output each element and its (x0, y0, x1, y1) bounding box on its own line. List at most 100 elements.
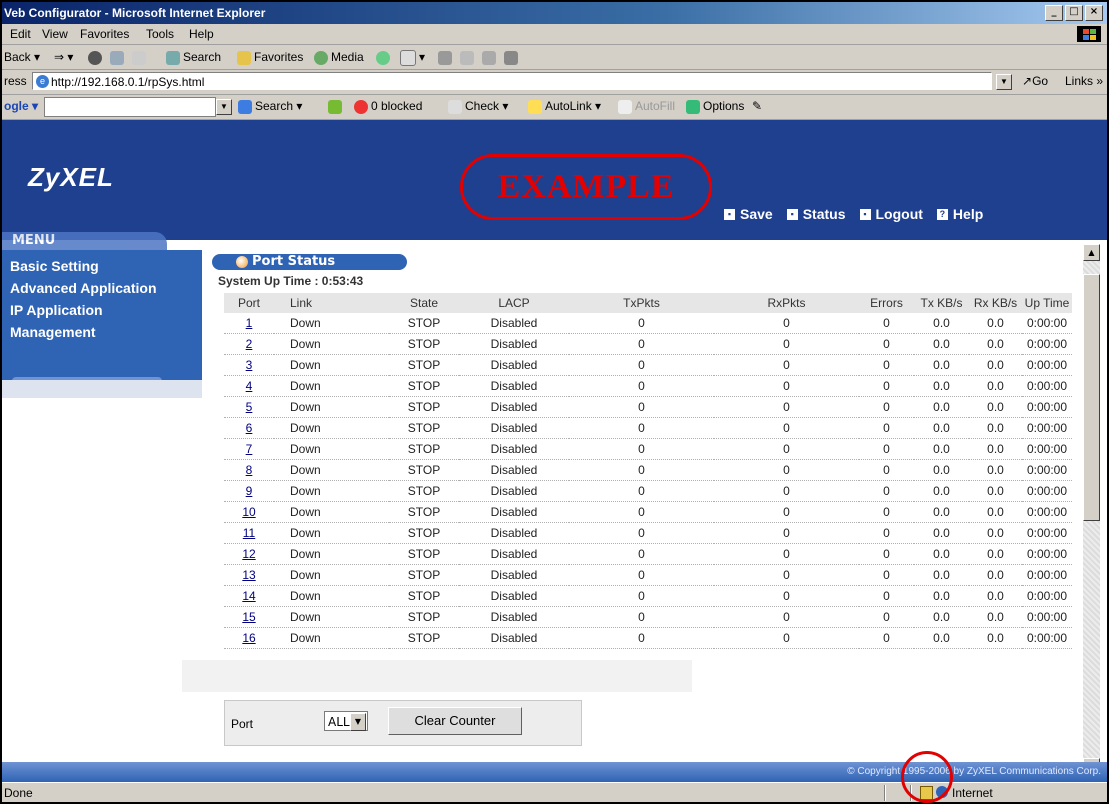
options-button[interactable]: Options (686, 99, 744, 114)
table-cell: 0.0 (914, 585, 969, 607)
address-dropdown[interactable]: ▼ (996, 74, 1012, 90)
minimize-button[interactable]: _ (1045, 5, 1063, 21)
mail-icon[interactable]: ▾ (400, 50, 425, 66)
port-select[interactable]: ALL ▼ (324, 711, 368, 731)
sidebar-item-advanced-application[interactable]: Advanced Application (10, 280, 157, 296)
table-cell: 0:00:00 (1022, 459, 1072, 481)
check-label: Check (465, 99, 500, 113)
go-button[interactable]: ↗Go (1022, 74, 1048, 88)
table-cell: STOP (389, 313, 459, 334)
edit-icon[interactable] (460, 50, 477, 65)
status-link[interactable]: ▪ Status (786, 206, 846, 222)
popup-blocker-button[interactable]: 0 blocked (354, 99, 422, 114)
port-link[interactable]: 15 (242, 610, 255, 624)
port-link[interactable]: 6 (246, 421, 253, 435)
links-button[interactable]: Links » (1065, 74, 1103, 88)
port-link[interactable]: 4 (246, 379, 253, 393)
menu-help[interactable]: Help (189, 27, 214, 41)
chevron-down-icon[interactable]: ▼ (350, 713, 366, 731)
port-cell: 14 (224, 585, 274, 607)
autofill-button[interactable]: AutoFill (618, 99, 675, 114)
scroll-thumb[interactable] (1083, 274, 1100, 521)
port-link[interactable]: 8 (246, 463, 253, 477)
clear-counter-button[interactable]: Clear Counter (388, 707, 522, 735)
scroll-up-arrow[interactable]: ▲ (1083, 244, 1100, 261)
table-cell: 0.0 (969, 627, 1022, 649)
autolink-button[interactable]: AutoLink ▾ (528, 99, 601, 114)
table-row: 15 Down STOP Disabled 0 0 0 0.0 0.0 0:00:00 (224, 606, 1072, 628)
messenger-icon[interactable] (504, 50, 521, 65)
pagerank-icon[interactable] (328, 99, 345, 114)
table-cell: Down (274, 313, 389, 334)
sidebar-item-management[interactable]: Management (10, 324, 96, 340)
port-link[interactable]: 5 (246, 400, 253, 414)
sidebar-item-basic-setting[interactable]: Basic Setting (10, 258, 99, 274)
google-search-button[interactable]: Search ▾ (238, 99, 302, 114)
table-cell: 0.0 (914, 522, 969, 544)
title-bar[interactable]: Veb Configurator - Microsoft Internet Ex… (2, 2, 1107, 24)
discuss-icon[interactable] (482, 50, 499, 65)
port-link[interactable]: 3 (246, 358, 253, 372)
column-header: Link (274, 293, 389, 313)
google-logo[interactable]: ogle ▾ (4, 99, 38, 113)
port-link[interactable]: 16 (242, 631, 255, 645)
table-cell: 0 (714, 480, 859, 502)
port-link[interactable]: 7 (246, 442, 253, 456)
port-cell: 11 (224, 522, 274, 544)
table-cell: Disabled (459, 522, 569, 544)
menu-view[interactable]: View (42, 27, 68, 41)
logout-link[interactable]: ▪ Logout (859, 206, 923, 222)
port-link[interactable]: 14 (242, 589, 255, 603)
table-row: 12 Down STOP Disabled 0 0 0 0.0 0.0 0:00:00 (224, 543, 1072, 565)
table-row: 1 Down STOP Disabled 0 0 0 0.0 0.0 0:00:00 (224, 313, 1072, 334)
column-header: Errors (859, 293, 914, 313)
close-button[interactable]: × (1085, 5, 1103, 21)
table-cell: 0 (569, 501, 714, 523)
home-icon[interactable] (132, 50, 149, 65)
vertical-scrollbar[interactable]: ▲ ▼ (1083, 244, 1100, 782)
google-dropdown[interactable]: ▼ (216, 99, 232, 115)
sidebar-item-ip-application[interactable]: IP Application (10, 302, 103, 318)
table-cell: Down (274, 501, 389, 523)
save-icon: ▪ (724, 208, 735, 220)
port-link[interactable]: 9 (246, 484, 253, 498)
spellcheck-button[interactable]: Check ▾ (448, 99, 508, 114)
forward-button[interactable]: ⇒ ▾ (54, 50, 73, 64)
back-label: Back (4, 50, 31, 64)
port-link[interactable]: 10 (242, 505, 255, 519)
port-cell: 15 (224, 606, 274, 628)
table-cell: 0.0 (914, 417, 969, 439)
back-button[interactable]: Back ▾ (4, 50, 40, 64)
address-input[interactable]: e http://192.168.0.1/rpSys.html (32, 72, 992, 90)
port-link[interactable]: 1 (246, 316, 253, 330)
port-select-value: ALL (328, 715, 350, 729)
table-cell: Down (274, 459, 389, 481)
table-cell: 0.0 (914, 459, 969, 481)
port-link[interactable]: 12 (242, 547, 255, 561)
save-link[interactable]: ▪ Save (724, 206, 773, 222)
pencil-icon[interactable]: ✎ (752, 99, 762, 113)
print-icon[interactable] (438, 50, 455, 65)
search-button[interactable]: Search (166, 50, 221, 65)
history-icon[interactable] (376, 50, 393, 65)
windows-flag-icon (1077, 26, 1101, 42)
port-label: Port (231, 717, 254, 731)
favorites-button[interactable]: Favorites (237, 50, 303, 65)
menu-favorites[interactable]: Favorites (80, 27, 129, 41)
media-button[interactable]: Media (314, 50, 364, 65)
table-cell: 0.0 (969, 585, 1022, 607)
table-cell: 0.0 (914, 396, 969, 418)
menu-edit[interactable]: Edit (10, 27, 31, 41)
orange-bullet-icon (236, 256, 248, 268)
table-cell: Down (274, 480, 389, 502)
menu-tools[interactable]: Tools (146, 27, 174, 41)
help-link[interactable]: ? Help (936, 206, 983, 222)
stop-icon[interactable] (88, 50, 105, 65)
refresh-icon[interactable] (110, 50, 127, 65)
table-cell: Down (274, 585, 389, 607)
maximize-button[interactable]: □ (1065, 5, 1083, 21)
google-search-input[interactable] (44, 97, 216, 117)
port-link[interactable]: 11 (243, 526, 255, 540)
port-link[interactable]: 2 (246, 337, 253, 351)
port-link[interactable]: 13 (242, 568, 255, 582)
